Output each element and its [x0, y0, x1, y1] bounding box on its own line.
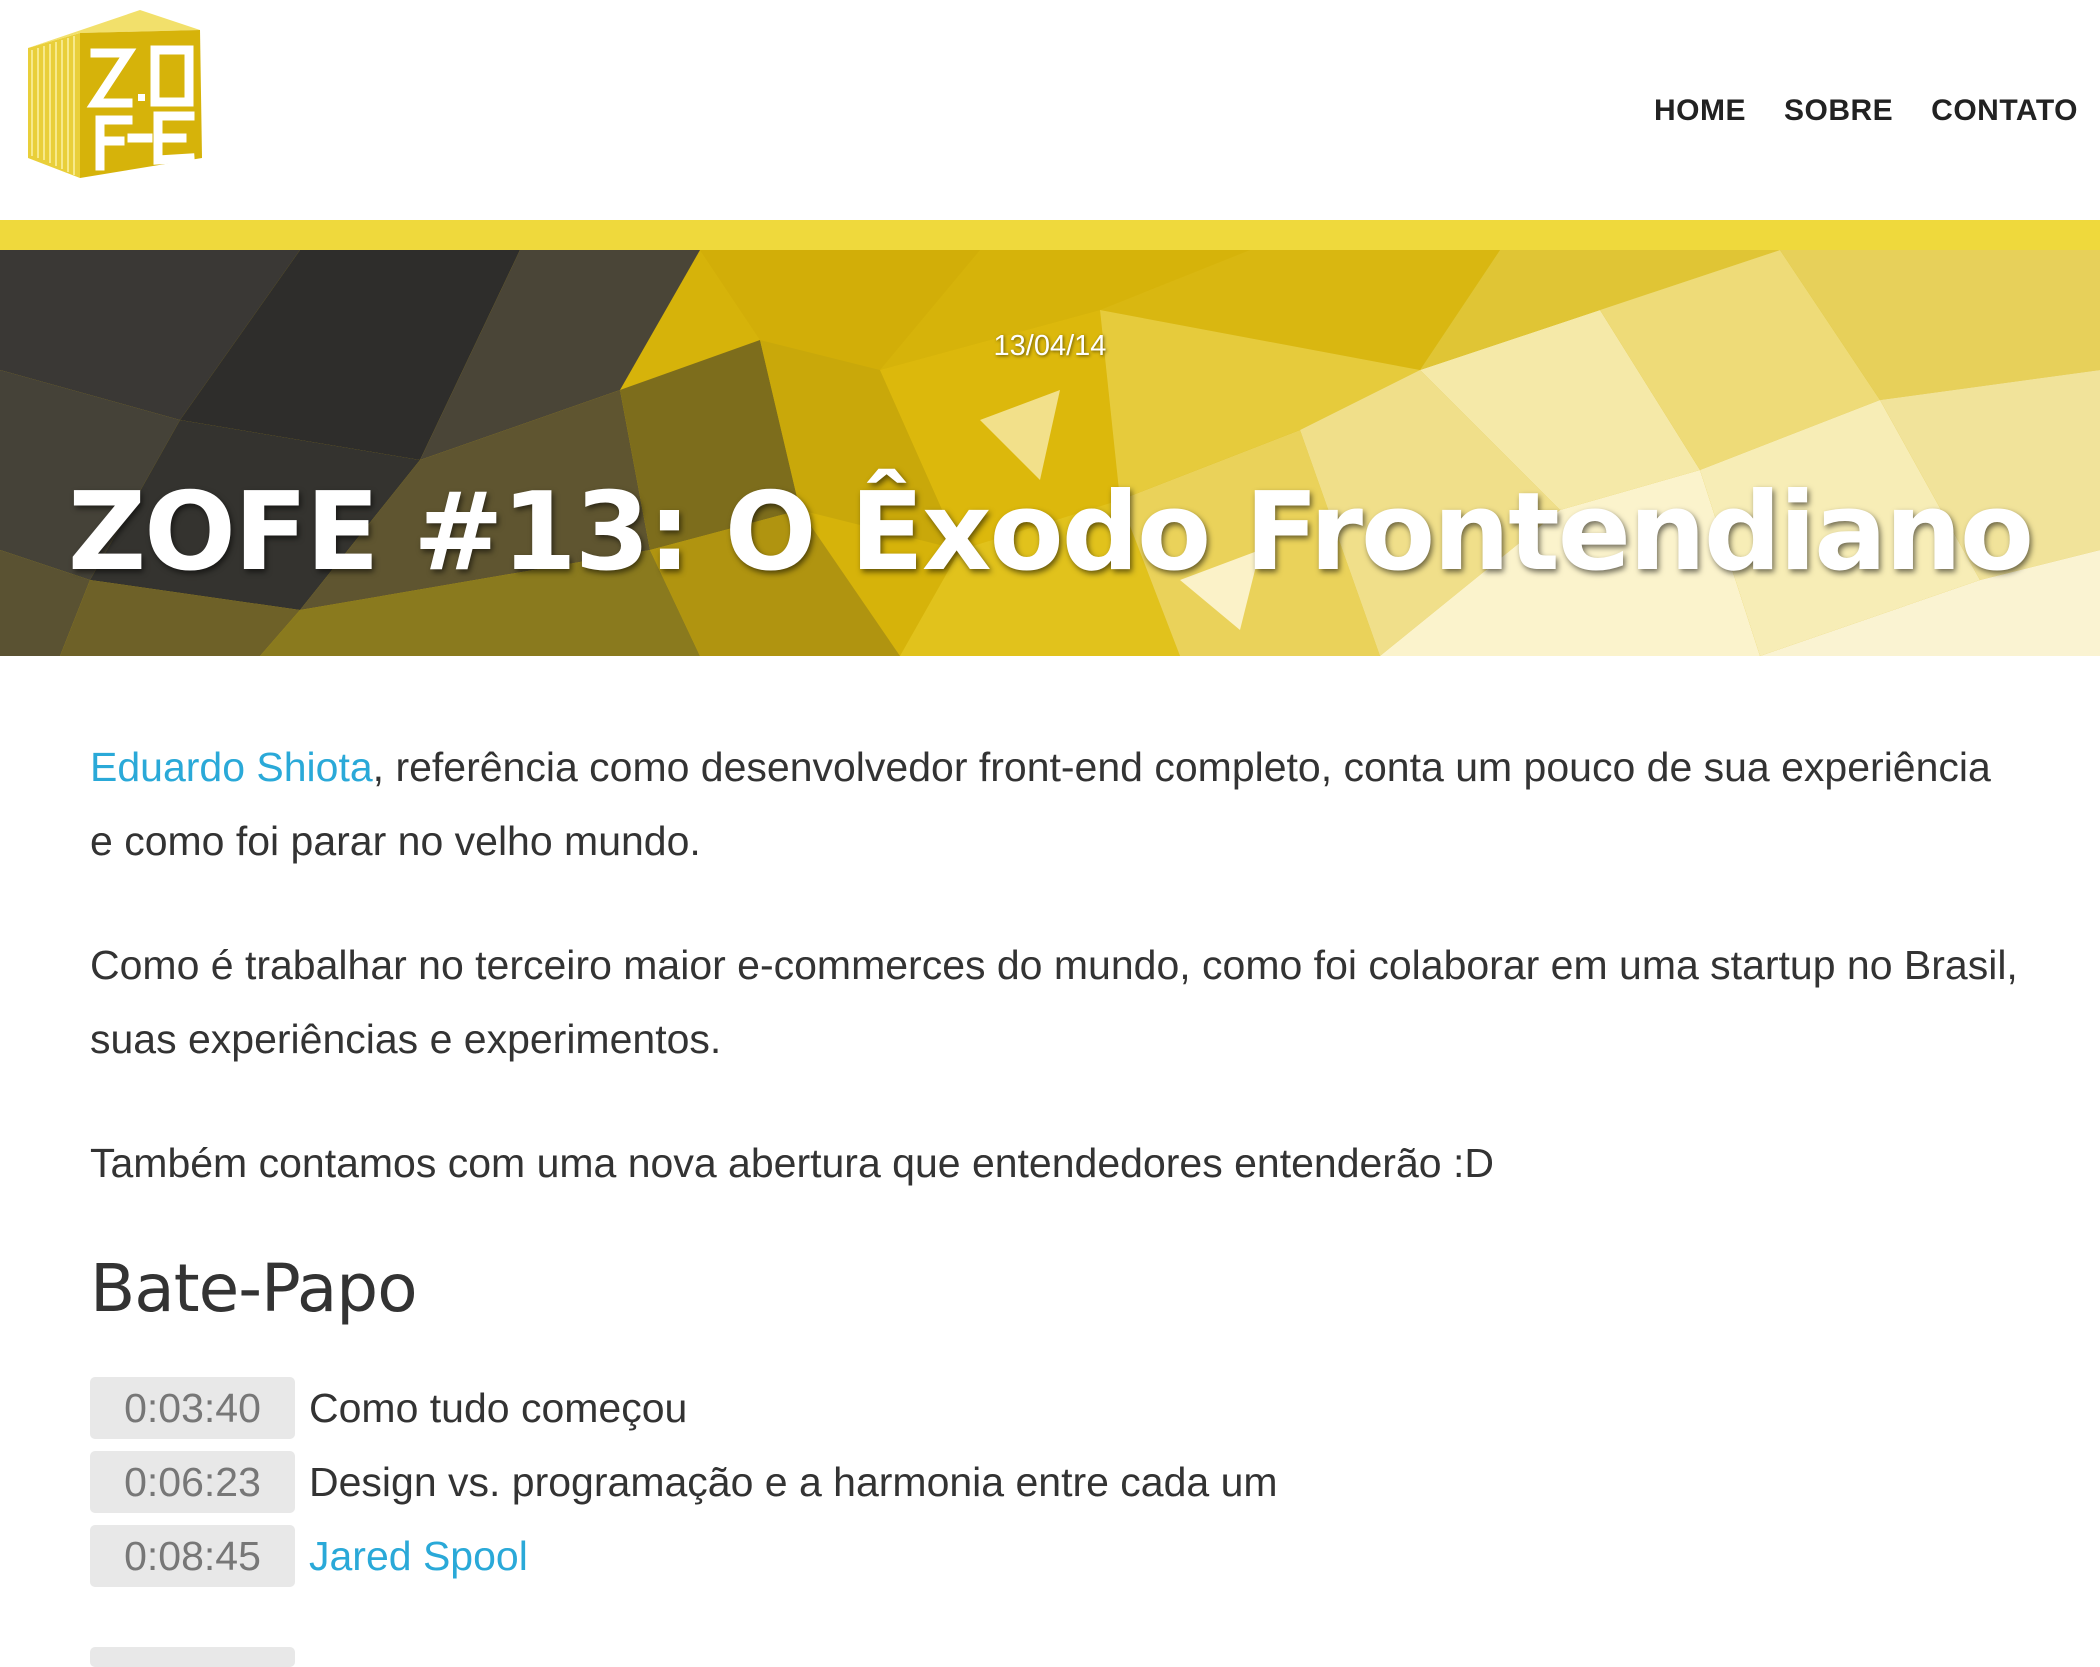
chapter-item: 0:08:45 Jared Spool: [90, 1519, 2020, 1593]
header-accent-bar: [0, 220, 2100, 250]
intro-text: , referência como desenvolvedor front-en…: [90, 744, 1991, 864]
zofe-logo-icon: [28, 10, 202, 178]
timestamp-badge[interactable]: 0:06:23: [90, 1451, 295, 1513]
chapter-item: 0:03:40 Como tudo começou: [90, 1371, 2020, 1445]
chapter-list: 0:03:40 Como tudo começou 0:06:23 Design…: [90, 1371, 2020, 1667]
paragraph-3: Também contamos com uma nova abertura qu…: [90, 1140, 1494, 1186]
section-title: Bate-Papo: [90, 1250, 418, 1327]
polygon-pattern-background: [0, 250, 2100, 656]
chapter-title: Como tudo começou: [309, 1384, 688, 1431]
timestamp-badge[interactable]: 0:08:45: [90, 1525, 295, 1587]
nav-contato[interactable]: CONTATO: [1931, 94, 2078, 128]
chapter-item-cut-off: [90, 1593, 2020, 1667]
nav-sobre[interactable]: SOBRE: [1784, 94, 1893, 128]
chapter-link[interactable]: Jared Spool: [309, 1533, 528, 1580]
post-title: ZOFE #13: O Êxodo Frontendiano: [67, 470, 2034, 595]
site-header: HOME SOBRE CONTATO: [0, 0, 2100, 220]
article-content: Eduardo Shiota, referência como desenvol…: [90, 730, 2020, 1667]
chapter-item: 0:06:23 Design vs. programação e a harmo…: [90, 1445, 2020, 1519]
guest-link[interactable]: Eduardo Shiota: [90, 744, 373, 790]
main-nav: HOME SOBRE CONTATO: [1654, 94, 2078, 128]
paragraph-2: Como é trabalhar no terceiro maior e-com…: [90, 942, 2018, 1062]
timestamp-badge[interactable]: [90, 1647, 295, 1667]
timestamp-badge[interactable]: 0:03:40: [90, 1377, 295, 1439]
hero-banner: [0, 250, 2100, 656]
post-date: 13/04/14: [993, 330, 1107, 362]
nav-home[interactable]: HOME: [1654, 94, 1746, 128]
intro-paragraph: Eduardo Shiota, referência como desenvol…: [90, 730, 2020, 878]
chapter-title: Design vs. programação e a harmonia entr…: [309, 1458, 1278, 1505]
